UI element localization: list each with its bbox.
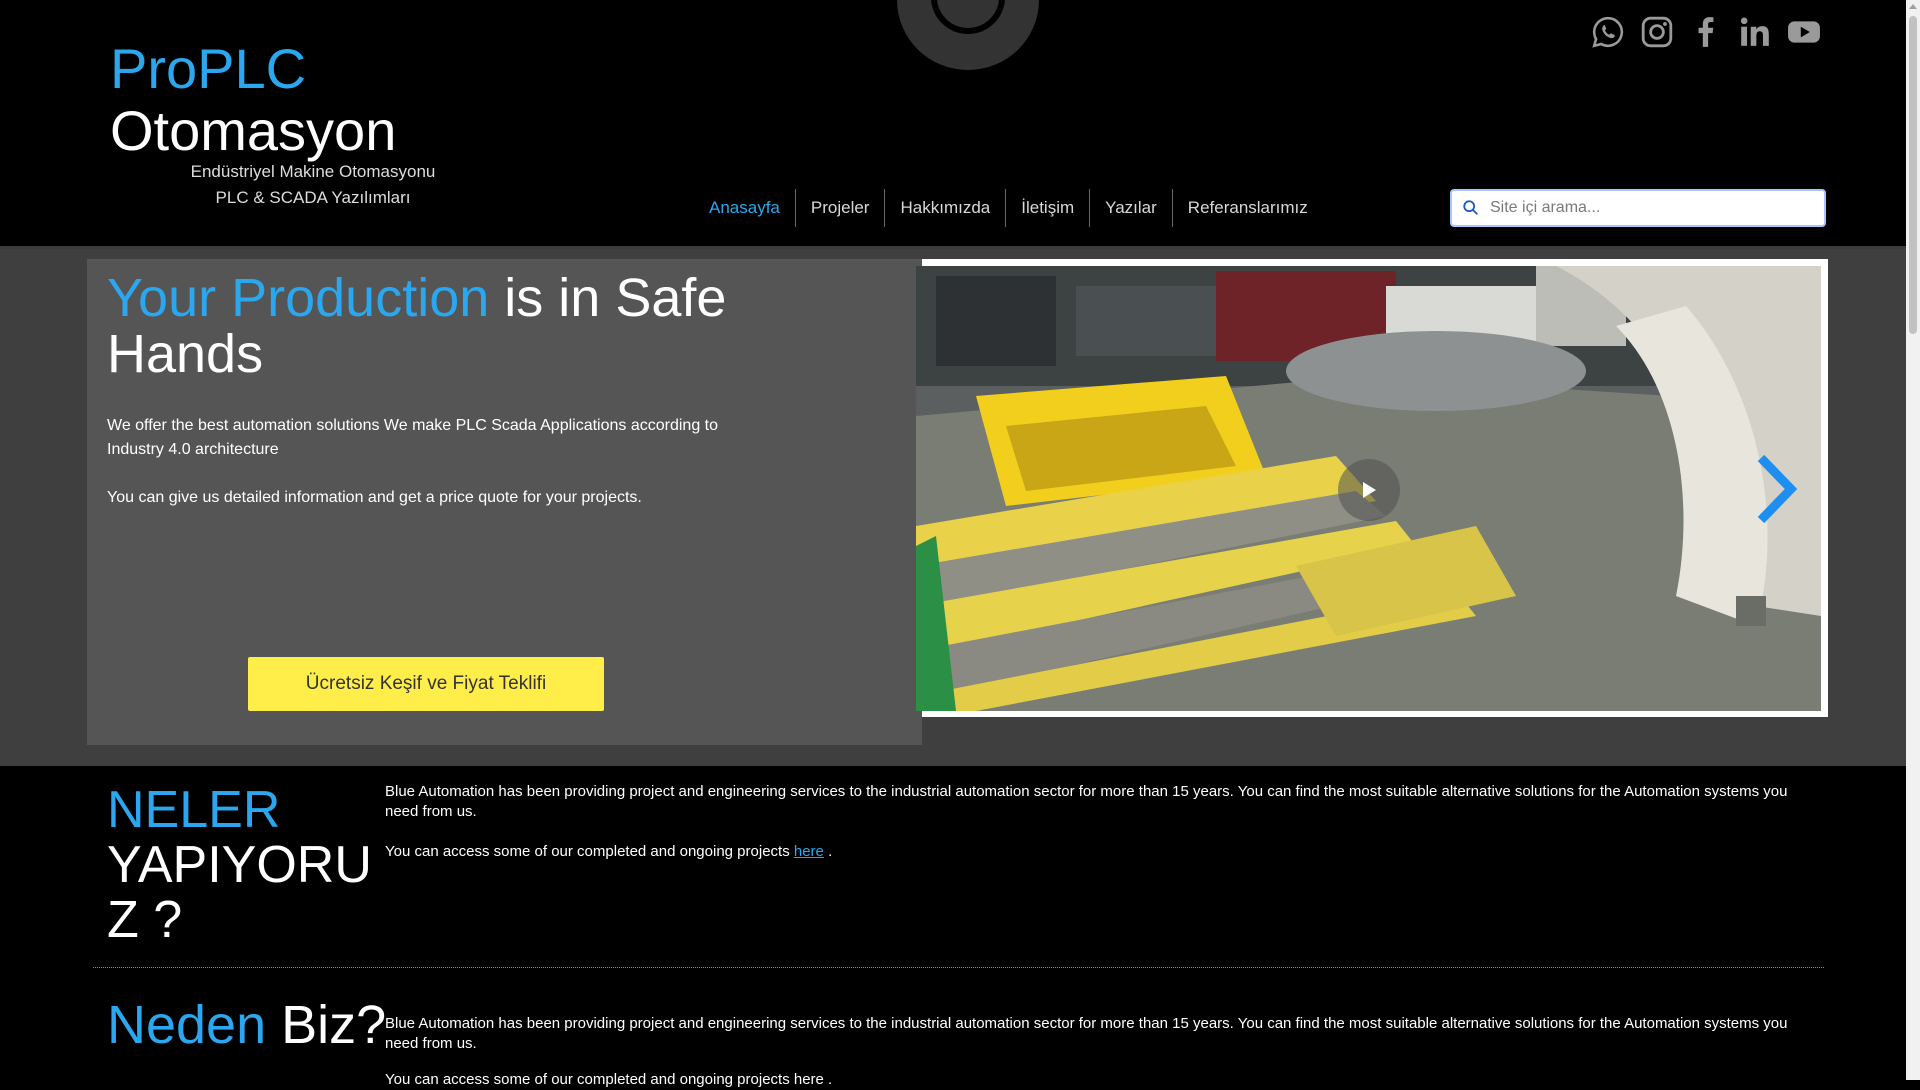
section-why-us-projects-text: You can access some of our completed and… <box>385 1071 833 1088</box>
brand-tagline-2: PLC & SCADA Yazılımları <box>215 188 411 207</box>
projects-here-link[interactable]: here <box>794 843 824 860</box>
search-icon <box>1463 200 1478 215</box>
section-why-us-title: Neden Biz? <box>107 995 386 1055</box>
instagram-icon[interactable] <box>1639 14 1675 50</box>
brand-tagline-1: Endüstriyel Makine Otomasyonu <box>190 162 436 181</box>
hero-paragraph-1: We offer the best automation solutions W… <box>107 417 719 458</box>
nav-item-anasayfa[interactable]: Anasayfa <box>694 189 795 227</box>
whatsapp-icon[interactable] <box>1590 14 1626 50</box>
section-what-we-do-paragraph: Blue Automation has been providing proje… <box>385 783 1788 820</box>
social-links <box>1590 14 1822 50</box>
hero-title: Your Production is in Safe Hands <box>107 270 747 382</box>
scroll-up-arrow-icon[interactable] <box>1906 0 1920 14</box>
section-why-us-title-accent: Neden <box>107 995 267 1055</box>
section-why-us-paragraph: Blue Automation has been providing proje… <box>385 1015 1788 1052</box>
facebook-icon[interactable] <box>1688 14 1724 50</box>
search-input[interactable] <box>1488 198 1814 218</box>
scrollbar-thumb[interactable] <box>1909 16 1917 334</box>
nav-item-hakkimizda[interactable]: Hakkımızda <box>884 189 1005 227</box>
main-nav: Anasayfa Projeler Hakkımızda İletişim Ya… <box>694 189 1323 227</box>
play-icon <box>1363 482 1376 498</box>
section-what-we-do-title: NELER YAPIYORUZ ? <box>107 783 377 948</box>
youtube-icon[interactable] <box>1786 14 1822 50</box>
hero-title-accent: Your Production <box>107 268 490 328</box>
section-divider <box>93 967 1824 968</box>
free-quote-button[interactable]: Ücretsiz Keşif ve Fiyat Teklifi <box>248 657 604 711</box>
linkedin-icon[interactable] <box>1737 14 1773 50</box>
brand-name-line2[interactable]: Otomasyon <box>110 98 396 164</box>
section-what-we-do-projects-text: You can access some of our completed and… <box>385 842 1805 862</box>
section-what-we-do-title-rest: YAPIYORUZ ? <box>107 836 372 949</box>
section-why-us-title-rest: Biz? <box>266 995 387 1055</box>
slider-next-arrow-icon[interactable] <box>1753 454 1797 524</box>
nav-item-iletisim[interactable]: İletişim <box>1005 189 1089 227</box>
projects-text-before: You can access some of our completed and… <box>385 843 794 860</box>
site-search-box[interactable] <box>1450 189 1826 227</box>
hero-paragraph-2: You can give us detailed information and… <box>107 489 642 506</box>
video-play-button[interactable] <box>1338 459 1400 521</box>
section-what-we-do-title-accent: NELER <box>107 781 281 839</box>
brand-name-line1[interactable]: ProPLC <box>110 36 306 102</box>
nav-item-yazilar[interactable]: Yazılar <box>1089 189 1172 227</box>
projects-text-after: . <box>823 843 833 860</box>
nav-item-referanslarimiz[interactable]: Referanslarımız <box>1171 189 1323 227</box>
nav-item-projeler[interactable]: Projeler <box>794 189 885 227</box>
